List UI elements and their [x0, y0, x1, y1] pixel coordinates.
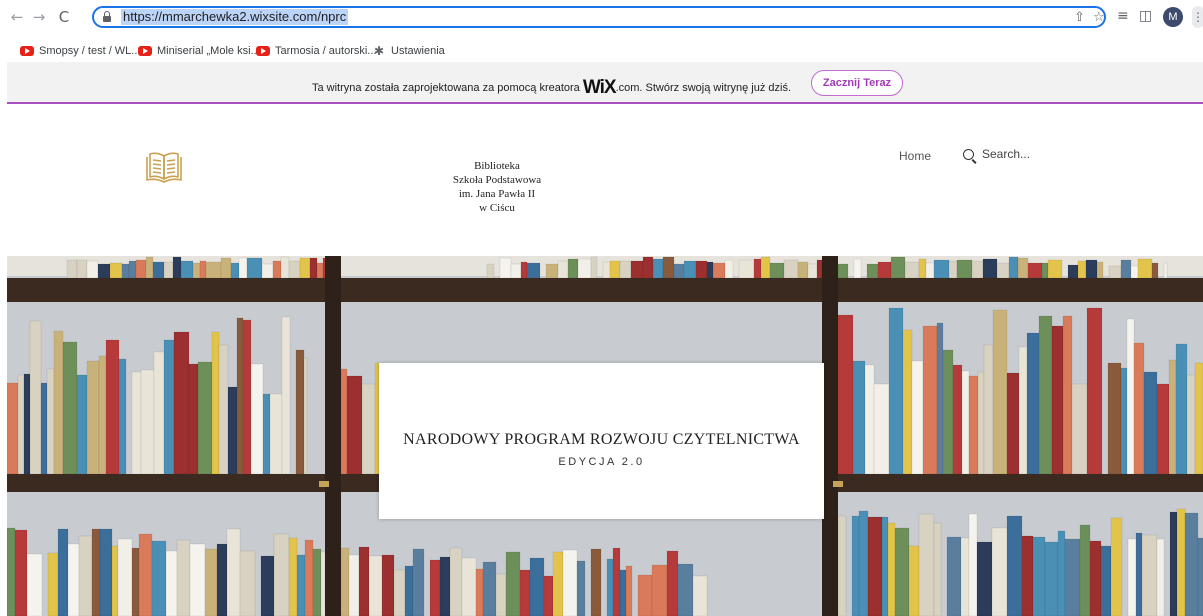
- book-logo-icon[interactable]: [144, 151, 184, 185]
- bookmark-label: Ustawienia: [391, 45, 445, 57]
- bookmark-item[interactable]: ✱ Ustawienia: [374, 44, 445, 58]
- menu-icon[interactable]: ⋮: [1192, 6, 1203, 28]
- bookmark-item[interactable]: Miniserial „Mole ksi...: [138, 44, 260, 58]
- site-title-line: w Ciścu: [479, 202, 515, 214]
- start-now-button[interactable]: Zacznij Teraz: [811, 70, 903, 96]
- back-icon[interactable]: ←: [8, 8, 26, 26]
- reading-list-icon[interactable]: ≡: [1117, 8, 1129, 24]
- lock-icon[interactable]: [103, 11, 111, 22]
- youtube-icon: [138, 46, 152, 56]
- banner-text-before: Ta witryna została zaprojektowana za pom…: [312, 82, 580, 94]
- banner-text-after: .com. Stwórz swoją witrynę już dziś.: [615, 82, 792, 94]
- site-title: Biblioteka Szkoła Podstawowa im. Jana Pa…: [427, 159, 567, 215]
- url-text[interactable]: https://mmarchewka2.wixsite.com/nprc: [121, 9, 349, 25]
- hero-subtitle: EDYCJA 2.0: [558, 456, 645, 468]
- forward-icon[interactable]: →: [30, 8, 48, 26]
- bookmark-label: Smopsy / test / WL...: [39, 45, 141, 57]
- search-input[interactable]: Search...: [982, 147, 1030, 161]
- site-title-line: im. Jana Pawła II: [458, 188, 536, 200]
- address-bar[interactable]: https://mmarchewka2.wixsite.com/nprc ⇧ ☆: [92, 6, 1106, 28]
- hero-title-card: NARODOWY PROGRAM ROZWOJU CZYTELNICTWA ED…: [379, 363, 824, 519]
- bookmark-item[interactable]: Smopsy / test / WL...: [20, 44, 140, 58]
- share-icon[interactable]: ⇧: [1074, 10, 1085, 25]
- nav-home-link[interactable]: Home: [899, 149, 931, 163]
- wix-logo[interactable]: WiX: [583, 77, 617, 98]
- wix-banner: Ta witryna została zaprojektowana za pom…: [7, 62, 1203, 104]
- search-icon[interactable]: [963, 148, 974, 160]
- site-title-line: Biblioteka: [474, 160, 520, 172]
- bookmarks-bar: Smopsy / test / WL... Miniserial „Mole k…: [0, 40, 1203, 60]
- gear-icon: ✱: [374, 44, 385, 58]
- reload-icon[interactable]: C: [55, 8, 73, 26]
- hero-title: NARODOWY PROGRAM ROZWOJU CZYTELNICTWA: [403, 431, 800, 448]
- wix-banner-text: Ta witryna została zaprojektowana za pom…: [312, 77, 791, 99]
- browser-toolbar: ← → C https://mmarchewka2.wixsite.com/np…: [0, 0, 1203, 36]
- youtube-icon: [256, 46, 270, 56]
- hero-bookshelf-image: NARODOWY PROGRAM ROZWOJU CZYTELNICTWA ED…: [7, 256, 1203, 616]
- site-search[interactable]: Search...: [963, 147, 1030, 161]
- bookmark-item[interactable]: Tarmosia / autorski...: [256, 44, 376, 58]
- site-page: Biblioteka Szkoła Podstawowa im. Jana Pa…: [7, 104, 1203, 616]
- youtube-icon: [20, 46, 34, 56]
- site-title-line: Szkoła Podstawowa: [452, 174, 542, 186]
- side-panel-icon[interactable]: ◫: [1139, 8, 1152, 24]
- bookmark-label: Miniserial „Mole ksi...: [157, 45, 260, 57]
- profile-avatar[interactable]: M: [1163, 7, 1183, 27]
- bookmark-label: Tarmosia / autorski...: [275, 45, 377, 57]
- bookmark-star-icon[interactable]: ☆: [1093, 10, 1105, 25]
